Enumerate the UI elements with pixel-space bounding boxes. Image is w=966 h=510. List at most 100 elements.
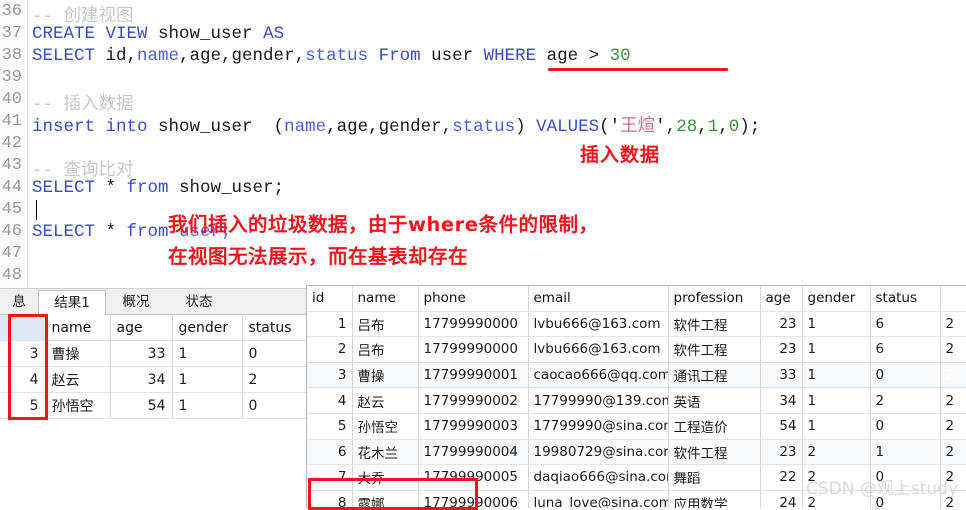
cell-status[interactable]: 1 <box>870 439 941 466</box>
table-row[interactable]: 5 孙悟空 54 1 0 <box>0 392 307 419</box>
cell-name[interactable]: 花木兰 <box>352 439 419 466</box>
table-row[interactable]: 5 孙悟空 17799990003 17799990@sina.com 工程造价 54 1 0… <box>307 413 966 440</box>
column-header[interactable]: gender <box>172 315 243 341</box>
cell-phone[interactable]: 17799990003 <box>418 413 529 440</box>
cell-id[interactable]: 2 <box>307 336 353 363</box>
cell-name[interactable]: 曹操 <box>352 362 419 389</box>
cell-profession[interactable]: 软件工程 <box>668 336 761 363</box>
cell-extra[interactable]: 2 <box>940 362 966 389</box>
cell-age[interactable]: 33 <box>760 362 803 389</box>
view-result-table[interactable]: name age gender status 3 曹操 33 1 0 4 赵云 34 1 2 5 孙悟空 54… <box>0 315 307 419</box>
table-row[interactable]: 1 吕布 17799990000 lvbu666@163.com 软件工程 23 1 6 2 <box>307 311 966 338</box>
cell-id[interactable]: 3 <box>0 340 46 367</box>
cell-name[interactable]: 曹操 <box>45 340 111 367</box>
column-header[interactable]: gender <box>802 286 871 312</box>
cell-id[interactable]: 7 <box>307 464 353 491</box>
column-header[interactable]: status <box>870 286 941 312</box>
cell-phone[interactable]: 17799990002 <box>418 387 529 414</box>
cell-id[interactable]: 4 <box>0 366 46 393</box>
cell-extra[interactable]: 2 <box>940 311 966 338</box>
cell-id[interactable]: 8 <box>307 490 353 508</box>
cell-email[interactable]: lvbu666@163.com <box>528 311 669 338</box>
cell-id[interactable]: 5 <box>307 413 353 440</box>
column-header[interactable]: name <box>352 286 419 312</box>
column-header[interactable]: profession <box>668 286 761 312</box>
cell-name[interactable]: 赵云 <box>45 366 111 393</box>
cell-name[interactable]: 赵云 <box>352 387 419 414</box>
cell-phone[interactable]: 17799990001 <box>418 362 529 389</box>
cell-status[interactable]: 0 <box>242 392 307 419</box>
cell-gender[interactable]: 1 <box>802 387 871 414</box>
code-line[interactable]: SELECT * from show_user; <box>32 178 284 198</box>
cell-age[interactable]: 23 <box>760 336 803 363</box>
cell-extra[interactable]: 2 <box>940 336 966 363</box>
column-header[interactable] <box>0 315 46 341</box>
cell-name[interactable]: 吕布 <box>352 336 419 363</box>
cell-status[interactable]: 6 <box>870 336 941 363</box>
cell-age[interactable]: 23 <box>760 311 803 338</box>
cell-status[interactable]: 0 <box>870 362 941 389</box>
cell-phone[interactable]: 17799990006 <box>418 490 529 508</box>
column-header[interactable]: email <box>528 286 669 312</box>
cell-profession[interactable]: 软件工程 <box>668 311 761 338</box>
column-header[interactable] <box>940 286 966 312</box>
cell-age[interactable]: 23 <box>760 439 803 466</box>
code-line[interactable]: SELECT id,name,age,gender,status From us… <box>32 46 631 66</box>
sql-editor[interactable]: 36 -- 创建视图 37 CREATE VIEW show_user AS 38 SEL… <box>0 0 966 288</box>
cell-age[interactable]: 33 <box>110 340 173 367</box>
cell-id[interactable]: 4 <box>307 387 353 414</box>
cell-email[interactable]: 17799990@sina.com <box>528 413 669 440</box>
result-tab-2[interactable]: 概况 <box>105 291 167 314</box>
cell-profession[interactable]: 应用数学 <box>668 490 761 508</box>
table-row[interactable]: 4 赵云 17799990002 17799990@139.com 英语 34 1 2 2 <box>307 387 966 414</box>
column-header[interactable]: status <box>242 315 307 341</box>
cell-name[interactable]: 吕布 <box>352 311 419 338</box>
table-row[interactable]: 3 曹操 33 1 0 <box>0 340 307 367</box>
cell-age[interactable]: 54 <box>760 413 803 440</box>
cell-gender[interactable]: 1 <box>172 340 243 367</box>
cell-email[interactable]: caocao666@qq.com <box>528 362 669 389</box>
result-tab-0[interactable]: 息 <box>0 291 38 314</box>
cell-profession[interactable]: 舞蹈 <box>668 464 761 491</box>
cell-status[interactable]: 0 <box>242 340 307 367</box>
cell-gender[interactable]: 1 <box>172 392 243 419</box>
cell-phone[interactable]: 17799990000 <box>418 336 529 363</box>
cell-name[interactable]: 孙悟空 <box>45 392 111 419</box>
cell-email[interactable]: daqiao666@sina.com <box>528 464 669 491</box>
column-header[interactable]: age <box>110 315 173 341</box>
cell-status[interactable]: 2 <box>242 366 307 393</box>
cell-id[interactable]: 1 <box>307 311 353 338</box>
cell-phone[interactable]: 17799990005 <box>418 464 529 491</box>
cell-profession[interactable]: 通讯工程 <box>668 362 761 389</box>
result-tabbar[interactable]: 息结果1 概况 状态 <box>0 289 306 316</box>
cell-profession[interactable]: 工程造价 <box>668 413 761 440</box>
cell-age[interactable]: 54 <box>110 392 173 419</box>
cell-age[interactable]: 22 <box>760 464 803 491</box>
cell-email[interactable]: 19980729@sina.com <box>528 439 669 466</box>
cell-extra[interactable]: 2 <box>940 439 966 466</box>
cell-extra[interactable]: 2 <box>940 387 966 414</box>
cell-gender[interactable]: 2 <box>802 439 871 466</box>
cell-profession[interactable]: 英语 <box>668 387 761 414</box>
cell-name[interactable]: 露娜 <box>352 490 419 508</box>
table-row[interactable]: 6 花木兰 17799990004 19980729@sina.com 软件工程 23 2 1… <box>307 439 966 466</box>
cell-extra[interactable]: 2 <box>940 413 966 440</box>
cell-phone[interactable]: 17799990000 <box>418 311 529 338</box>
cell-email[interactable]: lvbu666@163.com <box>528 336 669 363</box>
cell-gender[interactable]: 1 <box>802 336 871 363</box>
table-row[interactable]: 2 吕布 17799990000 lvbu666@163.com 软件工程 23 1 6 2 <box>307 336 966 363</box>
cell-gender[interactable]: 1 <box>172 366 243 393</box>
cell-name[interactable]: 大乔 <box>352 464 419 491</box>
cell-age[interactable]: 34 <box>760 387 803 414</box>
result-tab-1[interactable]: 结果1 <box>38 290 106 316</box>
result-tab-3[interactable]: 状态 <box>168 291 230 314</box>
cell-id[interactable]: 3 <box>307 362 353 389</box>
cell-status[interactable]: 0 <box>870 413 941 440</box>
cell-gender[interactable]: 1 <box>802 362 871 389</box>
code-line[interactable]: insert into show_user (name,age,gender,s… <box>32 112 760 137</box>
column-header[interactable]: phone <box>418 286 529 312</box>
cell-id[interactable]: 6 <box>307 439 353 466</box>
cell-age[interactable]: 24 <box>760 490 803 508</box>
column-header[interactable]: name <box>45 315 111 341</box>
cell-gender[interactable]: 1 <box>802 413 871 440</box>
